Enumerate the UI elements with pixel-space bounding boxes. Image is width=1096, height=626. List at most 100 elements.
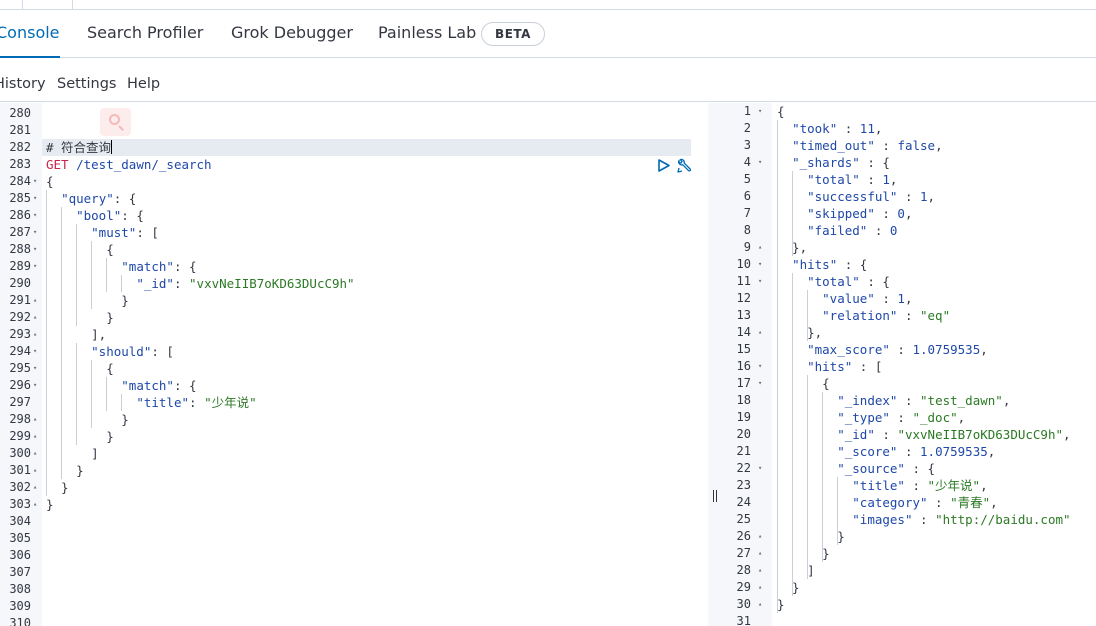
fold-close-icon[interactable]: ▴ (758, 545, 762, 562)
indent-guide (91, 241, 92, 309)
line-number: 11 (736, 274, 751, 288)
code-text: "query": { (61, 191, 137, 206)
fold-open-icon[interactable]: ▾ (758, 154, 762, 171)
code-text: } (46, 429, 114, 444)
code-text: { (777, 376, 830, 391)
code-text: "title": "少年说" (136, 395, 257, 410)
code-line: 31 (723, 613, 1096, 626)
code-line: 3 "timed_out" : false, (723, 137, 1096, 154)
code-text: ], (46, 327, 107, 342)
fold-close-icon[interactable]: ▴ (758, 562, 762, 579)
code-line: 299 ▴ } (0, 428, 708, 445)
code-line: 10 ▾ "hits" : { (723, 256, 1096, 273)
line-number: 293 (9, 327, 31, 341)
code-text: }, (777, 325, 823, 340)
indent-guide (76, 343, 77, 445)
code-line: 303 ▴} (0, 496, 708, 513)
line-number: 309 (9, 599, 31, 613)
line-number: 289 (9, 259, 31, 273)
fold-close-icon[interactable]: ▴ (758, 528, 762, 545)
panel-resizer[interactable] (708, 103, 723, 626)
fold-close-icon[interactable]: ▴ (33, 496, 37, 513)
code-text: { (46, 242, 114, 257)
fold-open-icon[interactable]: ▾ (758, 103, 762, 120)
line-number: 9 (743, 240, 751, 254)
fold-close-icon[interactable]: ▴ (33, 462, 37, 479)
line-number: 283 (9, 157, 31, 171)
play-icon[interactable] (657, 158, 671, 173)
code-text: "should": [ (91, 344, 174, 359)
wrench-icon[interactable] (676, 158, 692, 174)
fold-close-icon[interactable]: ▴ (33, 292, 37, 309)
code-text: GET /test_dawn/_search (46, 157, 212, 172)
line-number: 296 (9, 378, 31, 392)
code-text: "value" : 1, (822, 291, 913, 306)
code-line: 27 ▴ } (723, 545, 1096, 562)
code-text: } (46, 310, 114, 325)
fold-close-icon[interactable]: ▴ (33, 326, 37, 343)
tab-painless-lab[interactable]: Painless Lab (378, 10, 476, 57)
fold-open-icon[interactable]: ▾ (758, 273, 762, 290)
fold-close-icon[interactable]: ▴ (758, 596, 762, 613)
code-line: 282 # 符合查询 (0, 139, 708, 156)
line-number: 288 (9, 242, 31, 256)
indent-guide (777, 120, 778, 613)
code-text: { (46, 361, 114, 376)
code-line: 15 "max_score" : 1.0759535, (723, 341, 1096, 358)
line-number: 27 (736, 546, 751, 560)
code-line: 305 (0, 530, 708, 547)
tab-console[interactable]: Console (0, 10, 60, 58)
fold-open-icon[interactable]: ▾ (758, 460, 762, 477)
indent-guide (46, 190, 47, 496)
fold-open-icon[interactable]: ▾ (758, 375, 762, 392)
code-line: 291 ▴ } (0, 292, 708, 309)
fold-open-icon[interactable]: ▾ (33, 343, 37, 360)
fold-close-icon[interactable]: ▴ (33, 309, 37, 326)
fold-close-icon[interactable]: ▴ (33, 411, 37, 428)
code-line: 293 ▴ ], (0, 326, 708, 343)
line-number: 26 (736, 529, 751, 543)
fold-open-icon[interactable]: ▾ (33, 258, 37, 275)
fold-open-icon[interactable]: ▾ (33, 190, 37, 207)
code-text: "total" : 1, (807, 172, 898, 187)
fold-close-icon[interactable]: ▴ (33, 445, 37, 462)
code-text: "_type" : "_doc", (837, 410, 966, 425)
fold-close-icon[interactable]: ▴ (758, 324, 762, 341)
code-line: 7 "skipped" : 0, (723, 205, 1096, 222)
fold-open-icon[interactable]: ▾ (33, 207, 37, 224)
fold-open-icon[interactable]: ▾ (758, 256, 762, 273)
code-text: } (46, 293, 129, 308)
request-editor[interactable]: 280 281 282 # 符合查询 283 GET /test_dawn/_search… (0, 103, 708, 626)
code-line: 306 (0, 547, 708, 564)
code-text: "timed_out" : false, (792, 138, 943, 153)
top-strip (0, 0, 1096, 10)
code-line: 309 (0, 598, 708, 615)
fold-open-icon[interactable]: ▾ (33, 173, 37, 190)
line-number: 15 (736, 342, 751, 356)
line-number: 2 (743, 121, 751, 135)
fold-open-icon[interactable]: ▾ (33, 360, 37, 377)
fold-close-icon[interactable]: ▴ (33, 479, 37, 496)
fold-close-icon[interactable]: ▴ (758, 239, 762, 256)
code-line: 301 ▴ } (0, 462, 708, 479)
code-text: # 符合查询 (46, 140, 113, 155)
code-line: 21 "_score" : 1.0759535, (723, 443, 1096, 460)
code-line: 30 ▴} (723, 596, 1096, 613)
indent-guide (822, 392, 823, 562)
code-text: "match": { (121, 378, 197, 393)
code-text: } (777, 580, 800, 595)
fold-open-icon[interactable]: ▾ (33, 241, 37, 258)
code-line: 292 ▴ } (0, 309, 708, 326)
fold-close-icon[interactable]: ▴ (758, 579, 762, 596)
tab-search-profiler[interactable]: Search Profiler (87, 10, 203, 57)
fold-open-icon[interactable]: ▾ (758, 358, 762, 375)
code-line: 307 (0, 564, 708, 581)
line-number: 12 (736, 291, 751, 305)
fold-close-icon[interactable]: ▴ (33, 428, 37, 445)
tab-grok-debugger[interactable]: Grok Debugger (231, 10, 353, 57)
code-text: } (46, 463, 84, 478)
line-number: 21 (736, 444, 751, 458)
fold-open-icon[interactable]: ▾ (33, 377, 37, 394)
fold-open-icon[interactable]: ▾ (33, 224, 37, 241)
code-text: "max_score" : 1.0759535, (807, 342, 988, 357)
